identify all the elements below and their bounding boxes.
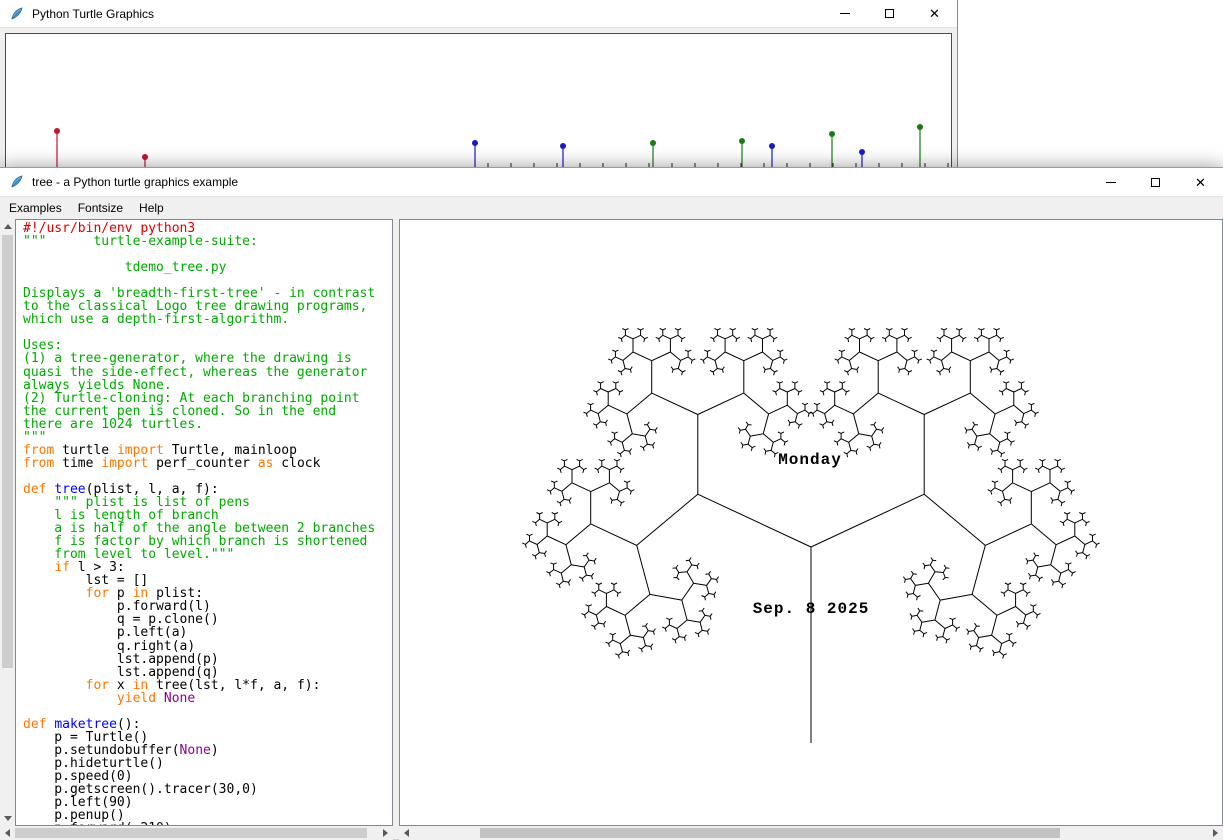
caption-buttons: ✕: [1088, 168, 1223, 196]
tk-feather-icon: [9, 6, 25, 22]
close-icon: ✕: [929, 7, 940, 20]
scroll-down-arrow[interactable]: [0, 811, 15, 826]
close-button[interactable]: ✕: [1178, 168, 1223, 196]
tk-feather-icon: [9, 174, 25, 190]
code-text[interactable]: #!/usr/bin/env python3""" turtle-example…: [15, 219, 393, 826]
minimize-button[interactable]: [822, 0, 867, 27]
horizontal-scrollbar-thumb[interactable]: [15, 828, 367, 838]
demo-content: #!/usr/bin/env python3""" turtle-example…: [0, 219, 1223, 840]
canvas-label-date: Sep. 8 2025: [753, 600, 870, 618]
minimize-icon: [840, 13, 850, 14]
scroll-left-arrow[interactable]: [399, 826, 414, 840]
menu-help[interactable]: Help: [131, 198, 172, 219]
turtle-graphics-window: Python Turtle Graphics ✕: [0, 0, 958, 167]
close-icon: ✕: [1195, 176, 1206, 189]
canvas-label-weekday: Monday: [778, 451, 842, 469]
vertical-scrollbar-thumb[interactable]: [2, 235, 13, 668]
turtle-canvas-drawing: [6, 34, 951, 167]
window-title: Python Turtle Graphics: [32, 7, 154, 21]
tree-path: [522, 329, 1099, 744]
maximize-button[interactable]: [867, 0, 912, 27]
scroll-right-arrow[interactable]: [1208, 826, 1223, 840]
close-button[interactable]: ✕: [912, 0, 957, 27]
horizontal-scrollbar-thumb[interactable]: [480, 828, 1060, 838]
minimize-button[interactable]: [1088, 168, 1133, 196]
graphics-canvas: Monday Sep. 8 2025: [399, 219, 1223, 826]
maximize-button[interactable]: [1133, 168, 1178, 196]
minimize-icon: [1106, 182, 1116, 183]
canvas-horizontal-scrollbar[interactable]: [399, 826, 1223, 840]
maximize-icon: [885, 9, 894, 18]
scroll-right-arrow[interactable]: [378, 826, 393, 840]
menu-examples[interactable]: Examples: [1, 198, 70, 219]
turtle-canvas: [5, 33, 952, 167]
menu-fontsize[interactable]: Fontsize: [70, 198, 131, 219]
window-title: tree - a Python turtle graphics example: [32, 175, 238, 189]
scroll-left-arrow[interactable]: [0, 826, 15, 840]
turtle-graphics-titlebar[interactable]: Python Turtle Graphics ✕: [0, 0, 957, 28]
tree-demo-window: tree - a Python turtle graphics example …: [0, 167, 1223, 839]
menubar: Examples Fontsize Help: [0, 197, 1223, 219]
code-vertical-scrollbar[interactable]: [0, 219, 15, 826]
tree-drawing: Monday Sep. 8 2025: [400, 220, 1222, 825]
scroll-up-arrow[interactable]: [0, 219, 15, 234]
code-horizontal-scrollbar[interactable]: [0, 826, 393, 840]
maximize-icon: [1151, 178, 1160, 187]
tree-demo-titlebar[interactable]: tree - a Python turtle graphics example …: [0, 168, 1223, 197]
caption-buttons: ✕: [822, 0, 957, 27]
